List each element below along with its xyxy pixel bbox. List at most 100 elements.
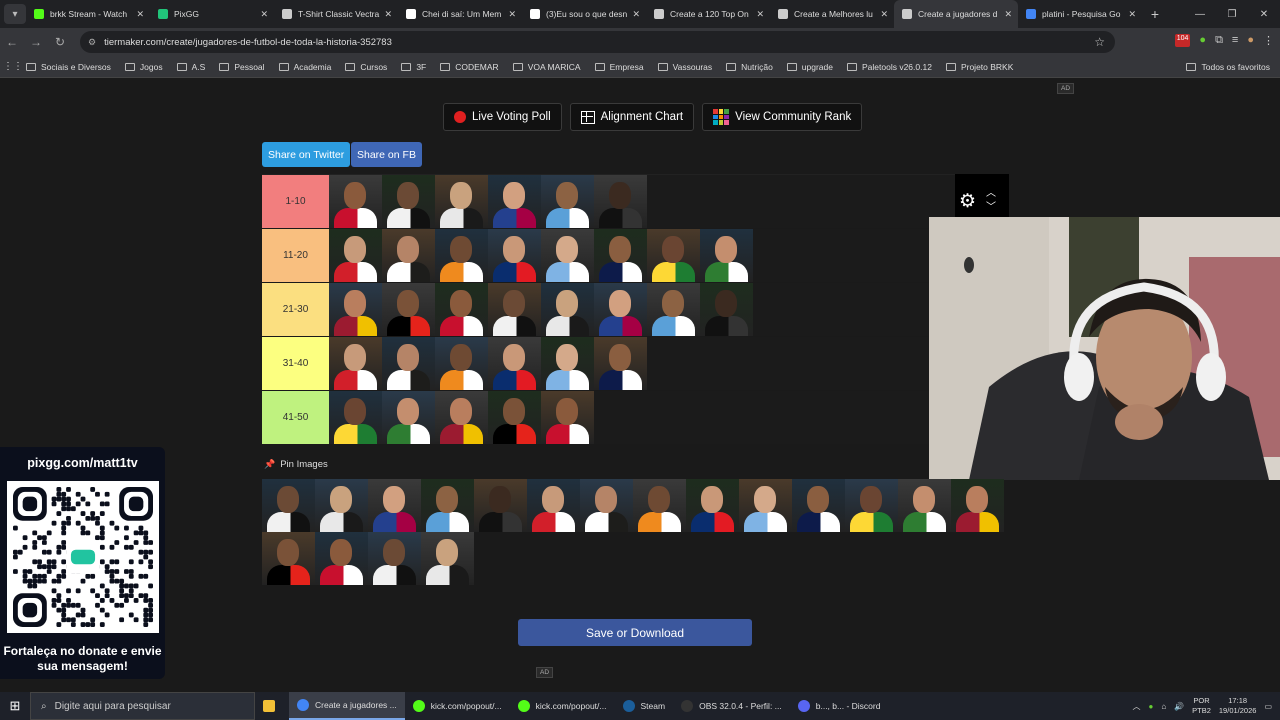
player-image[interactable] bbox=[488, 229, 541, 282]
taskbar-app[interactable]: Steam bbox=[615, 692, 674, 720]
pool-player-image[interactable] bbox=[474, 479, 527, 532]
pool-player-image[interactable] bbox=[421, 532, 474, 585]
taskbar-app[interactable]: OBS 32.0.4 - Perfil: ... bbox=[673, 692, 790, 720]
player-image[interactable] bbox=[435, 175, 488, 228]
media-icon[interactable]: ≡ bbox=[1232, 34, 1238, 47]
network-icon[interactable]: ● bbox=[1148, 702, 1153, 711]
browser-tab[interactable]: Chei di saí: Um Mem ✕ bbox=[398, 0, 522, 28]
pool-player-image[interactable] bbox=[315, 479, 368, 532]
pool-player-image[interactable] bbox=[686, 479, 739, 532]
wifi-icon[interactable]: ⌂ bbox=[1161, 702, 1166, 711]
forward-icon[interactable]: → bbox=[24, 35, 48, 49]
bookmark-all[interactable]: Todos os favoritos bbox=[1186, 62, 1270, 72]
pool-player-image[interactable] bbox=[580, 479, 633, 532]
extension-badge[interactable]: 104 bbox=[1174, 34, 1191, 47]
player-image[interactable] bbox=[647, 283, 700, 336]
alignment-chart-button[interactable]: Alignment Chart bbox=[569, 103, 695, 131]
pool-player-image[interactable] bbox=[739, 479, 792, 532]
notifications-icon[interactable]: ▭ bbox=[1264, 702, 1272, 711]
player-image[interactable] bbox=[382, 391, 435, 444]
player-image[interactable] bbox=[541, 391, 594, 444]
browser-tab[interactable]: Create a jugadores d ✕ bbox=[894, 0, 1018, 28]
bookmark-item[interactable]: Empresa bbox=[594, 62, 644, 72]
player-image[interactable] bbox=[329, 229, 382, 282]
menu-kebab-icon[interactable]: ⋮ bbox=[1263, 34, 1274, 47]
pool-player-image[interactable] bbox=[633, 479, 686, 532]
player-image[interactable] bbox=[488, 337, 541, 390]
restore-icon[interactable]: ❐ bbox=[1216, 9, 1248, 20]
pool-player-image[interactable] bbox=[951, 479, 1004, 532]
player-image[interactable] bbox=[435, 283, 488, 336]
browser-tab[interactable]: Create a Melhores lu ✕ bbox=[770, 0, 894, 28]
browser-tab[interactable]: Create a 120 Top On ✕ bbox=[646, 0, 770, 28]
gear-icon[interactable]: ⚙ bbox=[959, 190, 976, 213]
player-image[interactable] bbox=[435, 229, 488, 282]
profile-avatar[interactable]: ● bbox=[1247, 34, 1254, 47]
player-image[interactable] bbox=[488, 283, 541, 336]
language-indicator[interactable]: POR PTB2 bbox=[1192, 696, 1211, 716]
close-tab-icon[interactable]: ✕ bbox=[136, 9, 144, 20]
player-image[interactable] bbox=[594, 337, 647, 390]
pool-player-image[interactable] bbox=[368, 532, 421, 585]
taskbar-search[interactable]: ⌕ Digite aqui para pesquisar bbox=[30, 692, 255, 720]
chevron-up-icon[interactable]: ︿ bbox=[1132, 701, 1140, 712]
close-tab-icon[interactable]: ✕ bbox=[1128, 9, 1136, 20]
bookmark-item[interactable]: Projeto BRKK bbox=[945, 62, 1013, 72]
player-image[interactable] bbox=[594, 229, 647, 282]
bookmark-item[interactable]: 3F bbox=[401, 62, 426, 72]
close-tab-icon[interactable]: ✕ bbox=[384, 9, 392, 20]
pool-player-image[interactable] bbox=[315, 532, 368, 585]
player-image[interactable] bbox=[488, 391, 541, 444]
player-image[interactable] bbox=[700, 283, 753, 336]
player-image[interactable] bbox=[541, 229, 594, 282]
bookmark-item[interactable]: Pessoal bbox=[219, 62, 265, 72]
browser-tab[interactable]: PixGG ✕ bbox=[150, 0, 274, 28]
player-image[interactable] bbox=[382, 337, 435, 390]
tier-label[interactable]: 41-50 bbox=[262, 391, 329, 444]
file-explorer-icon[interactable] bbox=[255, 692, 289, 720]
player-image[interactable] bbox=[329, 337, 382, 390]
close-tab-icon[interactable]: ✕ bbox=[1004, 9, 1012, 20]
extension-green-icon[interactable]: ● bbox=[1199, 34, 1206, 47]
pool-player-image[interactable] bbox=[262, 479, 315, 532]
bookmark-item[interactable]: Academia bbox=[278, 62, 331, 72]
volume-icon[interactable]: 🔊 bbox=[1174, 702, 1184, 711]
minimize-icon[interactable]: — bbox=[1184, 9, 1216, 20]
reload-icon[interactable]: ↻ bbox=[48, 35, 72, 49]
chevron-up-icon[interactable]: ︿ bbox=[986, 187, 996, 201]
share-facebook-button[interactable]: Share on FB bbox=[351, 142, 422, 167]
close-tab-icon[interactable]: ✕ bbox=[756, 9, 764, 20]
player-image[interactable] bbox=[329, 175, 382, 228]
pool-player-image[interactable] bbox=[845, 479, 898, 532]
site-info-icon[interactable]: ⚙ bbox=[88, 37, 96, 48]
bookmark-item[interactable]: Cursos bbox=[345, 62, 387, 72]
bookmark-item[interactable]: upgrade bbox=[786, 62, 833, 72]
tier-label[interactable]: 31-40 bbox=[262, 337, 329, 390]
bookmark-item[interactable]: Vassouras bbox=[657, 62, 712, 72]
pin-images-toggle[interactable]: 📌 Pin Images bbox=[264, 459, 328, 470]
bookmark-star-icon[interactable]: ☆ bbox=[1094, 35, 1105, 49]
close-tab-icon[interactable]: ✕ bbox=[632, 9, 640, 20]
close-tab-icon[interactable]: ✕ bbox=[260, 9, 268, 20]
player-image[interactable] bbox=[594, 175, 647, 228]
player-image[interactable] bbox=[382, 229, 435, 282]
pool-player-image[interactable] bbox=[527, 479, 580, 532]
community-rank-button[interactable]: View Community Rank bbox=[702, 103, 863, 131]
close-tab-icon[interactable]: ✕ bbox=[508, 9, 516, 20]
share-twitter-button[interactable]: Share on Twitter bbox=[262, 142, 351, 167]
tier-label[interactable]: 1-10 bbox=[262, 175, 329, 228]
browser-tab[interactable]: platini - Pesquisa Go ✕ bbox=[1018, 0, 1142, 28]
taskbar-app[interactable]: kick.com/popout/... bbox=[510, 692, 615, 720]
browser-tab[interactable]: brkk Stream - Watch ✕ bbox=[26, 0, 150, 28]
pool-player-image[interactable] bbox=[792, 479, 845, 532]
player-image[interactable] bbox=[382, 175, 435, 228]
taskbar-app[interactable]: b..., b... - Discord bbox=[790, 692, 889, 720]
player-image[interactable] bbox=[541, 175, 594, 228]
player-image[interactable] bbox=[329, 391, 382, 444]
pool-player-image[interactable] bbox=[421, 479, 474, 532]
taskbar-app[interactable]: kick.com/popout/... bbox=[405, 692, 510, 720]
pool-player-image[interactable] bbox=[368, 479, 421, 532]
tab-search-icon[interactable]: ▾ bbox=[4, 4, 26, 24]
close-tab-icon[interactable]: ✕ bbox=[880, 9, 888, 20]
player-image[interactable] bbox=[382, 283, 435, 336]
